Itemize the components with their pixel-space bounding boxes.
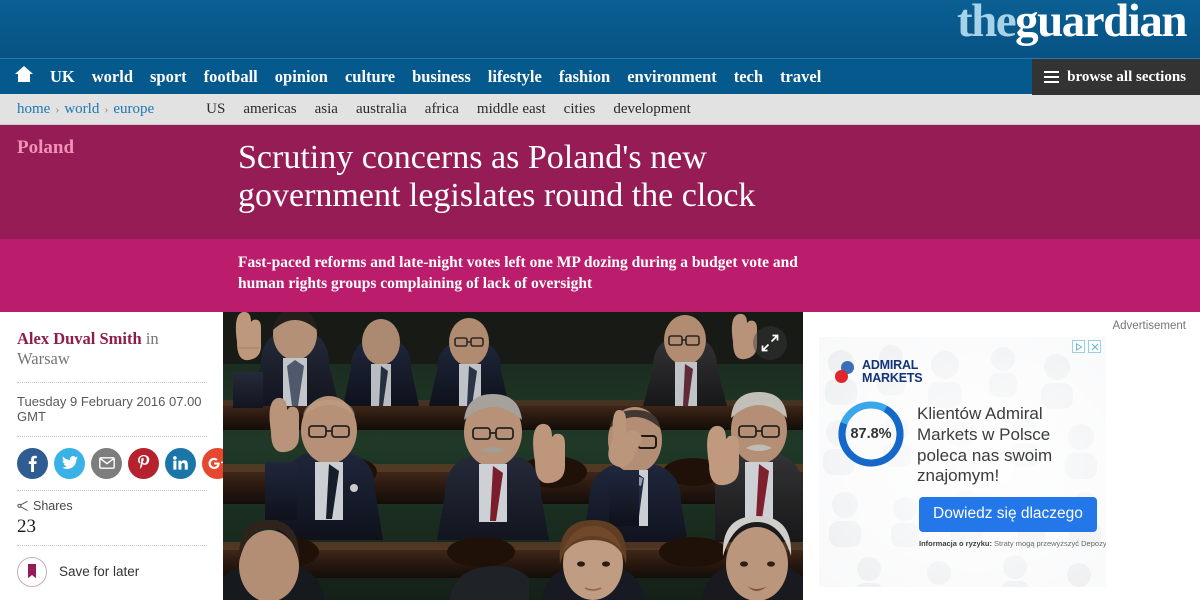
article-image[interactable] (223, 312, 803, 600)
ad-main-row: 87.8% Klientów Admiral Markets w Polsce … (835, 398, 1092, 487)
save-for-later-button[interactable]: Save for later (17, 546, 207, 587)
advertisement-label: Advertisement (1112, 320, 1186, 333)
breadcrumb: home › world › europe (17, 101, 154, 118)
ad-risk-disclaimer: Informacja o ryzyku: Straty mogą przewyż… (919, 539, 1106, 549)
byline: Alex Duval Smith in Warsaw (17, 329, 207, 383)
percentage-donut-chart: 87.8% (835, 398, 907, 470)
section-kicker[interactable]: Poland (17, 137, 74, 159)
article-image-column (223, 312, 803, 600)
page-title: Scrutiny concerns as Poland's new govern… (238, 139, 756, 215)
save-for-later-label: Save for later (59, 564, 140, 580)
subsection-asia[interactable]: asia (315, 101, 338, 118)
logo-the: the (957, 0, 1017, 47)
breadcrumb-separator: › (104, 101, 109, 116)
guardian-logo[interactable]: theguardian (957, 0, 1187, 48)
share-linkedin-button[interactable] (165, 447, 196, 479)
subsection-cities[interactable]: cities (564, 101, 596, 118)
share-facebook-button[interactable] (17, 447, 48, 479)
admiral-brand-line2: MARKETS (862, 370, 923, 385)
nav-items: UK world sport football opinion culture … (50, 67, 821, 87)
admiral-dots-icon (835, 360, 857, 383)
adchoices-icon[interactable] (1072, 340, 1085, 354)
logo-guardian: guardian (1015, 0, 1187, 47)
email-icon (98, 457, 115, 470)
breadcrumb-separator: › (55, 101, 60, 116)
nav-item-sport[interactable]: sport (150, 67, 187, 87)
twitter-icon (61, 456, 78, 470)
expand-image-button[interactable] (753, 326, 787, 361)
subsection-americas[interactable]: americas (243, 101, 296, 118)
advertisement-column: Advertisement ADMIRAL MARKETS 87.8% Klie… (803, 312, 1200, 600)
browse-all-sections-button[interactable]: browse all sections (1032, 59, 1200, 95)
nav-item-travel[interactable]: travel (780, 67, 821, 87)
ad-risk-disclaimer-label: Informacja o ryzyku: (919, 539, 992, 549)
nav-item-lifestyle[interactable]: lifestyle (488, 67, 542, 87)
admiral-markets-logo: ADMIRAL MARKETS (835, 359, 1092, 384)
breadcrumb-item-home[interactable]: home (17, 101, 50, 118)
home-icon[interactable] (14, 65, 34, 88)
browse-all-sections-label: browse all sections (1067, 68, 1186, 85)
admiral-markets-wordmark: ADMIRAL MARKETS (862, 359, 923, 385)
share-icon (17, 500, 28, 511)
nav-item-business[interactable]: business (412, 67, 471, 87)
subsection-africa[interactable]: africa (425, 101, 459, 118)
sejm-parliament-photo (223, 312, 803, 600)
nav-item-culture[interactable]: culture (345, 67, 395, 87)
ad-risk-disclaimer-text: Straty mogą przewyższyć Depozyt (991, 539, 1106, 549)
ad-copy-text: Klientów Admiral Markets w Polsce poleca… (917, 404, 1053, 486)
ad-content: ADMIRAL MARKETS 87.8% Klientów Admiral M… (819, 337, 1106, 548)
headline-band: Poland Scrutiny concerns as Poland's new… (0, 125, 1200, 239)
shares-label: Shares (33, 498, 73, 513)
primary-navigation: UK world sport football opinion culture … (0, 58, 1200, 95)
bookmark-icon (17, 556, 47, 587)
shares-count: 23 (17, 515, 36, 537)
nav-item-environment[interactable]: environment (627, 67, 717, 87)
social-share-row (17, 437, 233, 491)
subsection-australia[interactable]: australia (356, 101, 407, 118)
nav-item-world[interactable]: world (92, 67, 133, 87)
standfirst-band: Fast-paced reforms and late-night votes … (0, 239, 1200, 313)
adchoices-controls (1072, 340, 1101, 354)
share-email-button[interactable] (91, 447, 122, 479)
breadcrumb-item-europe[interactable]: europe (113, 101, 154, 118)
article-content: Alex Duval Smith in Warsaw Tuesday 9 Feb… (0, 312, 1200, 600)
masthead: theguardian (0, 0, 1200, 58)
facebook-icon (28, 455, 37, 472)
publish-timestamp: Tuesday 9 February 2016 07.00 GMT (17, 383, 207, 437)
author-name[interactable]: Alex Duval Smith (17, 329, 142, 348)
close-icon[interactable] (1088, 340, 1101, 354)
shares-label-row: Shares (17, 499, 207, 513)
nav-item-tech[interactable]: tech (734, 67, 763, 87)
nav-item-football[interactable]: football (204, 67, 258, 87)
ad-cta-button[interactable]: Dowiedz się dlaczego (919, 497, 1097, 533)
sub-navigation: home › world › europe US americas asia a… (0, 94, 1200, 125)
nav-item-opinion[interactable]: opinion (275, 67, 328, 87)
advertisement-banner[interactable]: ADMIRAL MARKETS 87.8% Klientów Admiral M… (819, 337, 1106, 588)
nav-item-fashion[interactable]: fashion (559, 67, 610, 87)
share-pinterest-button[interactable] (128, 447, 159, 479)
hamburger-icon (1044, 71, 1060, 83)
donut-percentage-label: 87.8% (850, 426, 892, 443)
nav-item-uk[interactable]: UK (50, 67, 75, 87)
subsection-middle-east[interactable]: middle east (477, 101, 546, 118)
expand-icon (761, 334, 779, 352)
subsection-us[interactable]: US (206, 101, 225, 118)
standfirst: Fast-paced reforms and late-night votes … (238, 254, 798, 292)
article-meta-column: Alex Duval Smith in Warsaw Tuesday 9 Feb… (0, 312, 233, 600)
share-twitter-button[interactable] (54, 447, 85, 479)
shares-block: Shares 23 (17, 491, 207, 546)
subsection-development[interactable]: development (613, 101, 690, 118)
pinterest-icon (138, 454, 150, 469)
linkedin-icon (173, 456, 188, 470)
breadcrumb-item-world[interactable]: world (64, 101, 99, 118)
subsection-links: US americas asia australia africa middle… (206, 101, 691, 118)
